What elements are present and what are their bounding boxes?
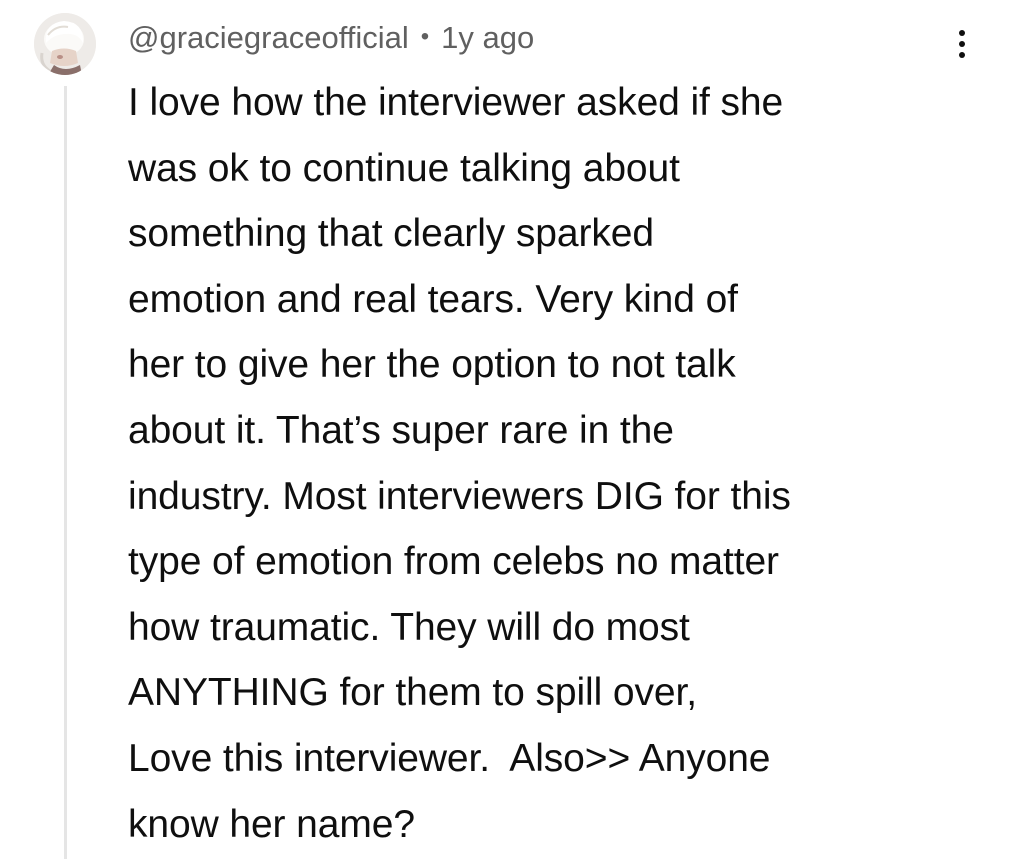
comment-text-line: type of emotion from celebs no matter: [128, 540, 779, 584]
comment-timestamp: 1y ago: [441, 20, 535, 55]
comment-author[interactable]: @graciegraceofficial: [128, 20, 409, 56]
comment-text-line: was ok to continue talking about: [128, 146, 680, 190]
comment-text-line: about it. That’s super rare in the: [128, 408, 674, 452]
comment-header: @graciegraceofficial • 1y ago: [128, 14, 534, 62]
meta-separator: •: [420, 23, 430, 50]
comment-text-line: industry. Most interviewers DIG for this: [128, 474, 791, 518]
comment-text-line: Love this interviewer. Also>> Anyone: [128, 736, 771, 780]
comment-text-line: know her name?: [128, 802, 415, 846]
more-vertical-icon-dot: [959, 30, 965, 36]
more-options-button[interactable]: [945, 22, 979, 66]
comment-text-line: something that clearly sparked: [128, 212, 654, 256]
comment-text-line: how traumatic. They will do most: [128, 605, 690, 649]
avatar-image: [34, 13, 96, 75]
reply-thread-line: [64, 86, 67, 859]
comment-text-line: ANYTHING for them to spill over,: [128, 671, 697, 715]
comment-text-line: I love how the interviewer asked if she: [128, 81, 784, 124]
comment-text-line: emotion and real tears. Very kind of: [128, 277, 738, 321]
more-vertical-icon-dot: [959, 41, 965, 47]
user-avatar-icon[interactable]: [34, 13, 96, 75]
comment-text: I love how the interviewer asked if she …: [128, 70, 1008, 857]
comment-text-line: her to give her the option to not talk: [128, 343, 736, 387]
more-vertical-icon-dot: [959, 52, 965, 58]
